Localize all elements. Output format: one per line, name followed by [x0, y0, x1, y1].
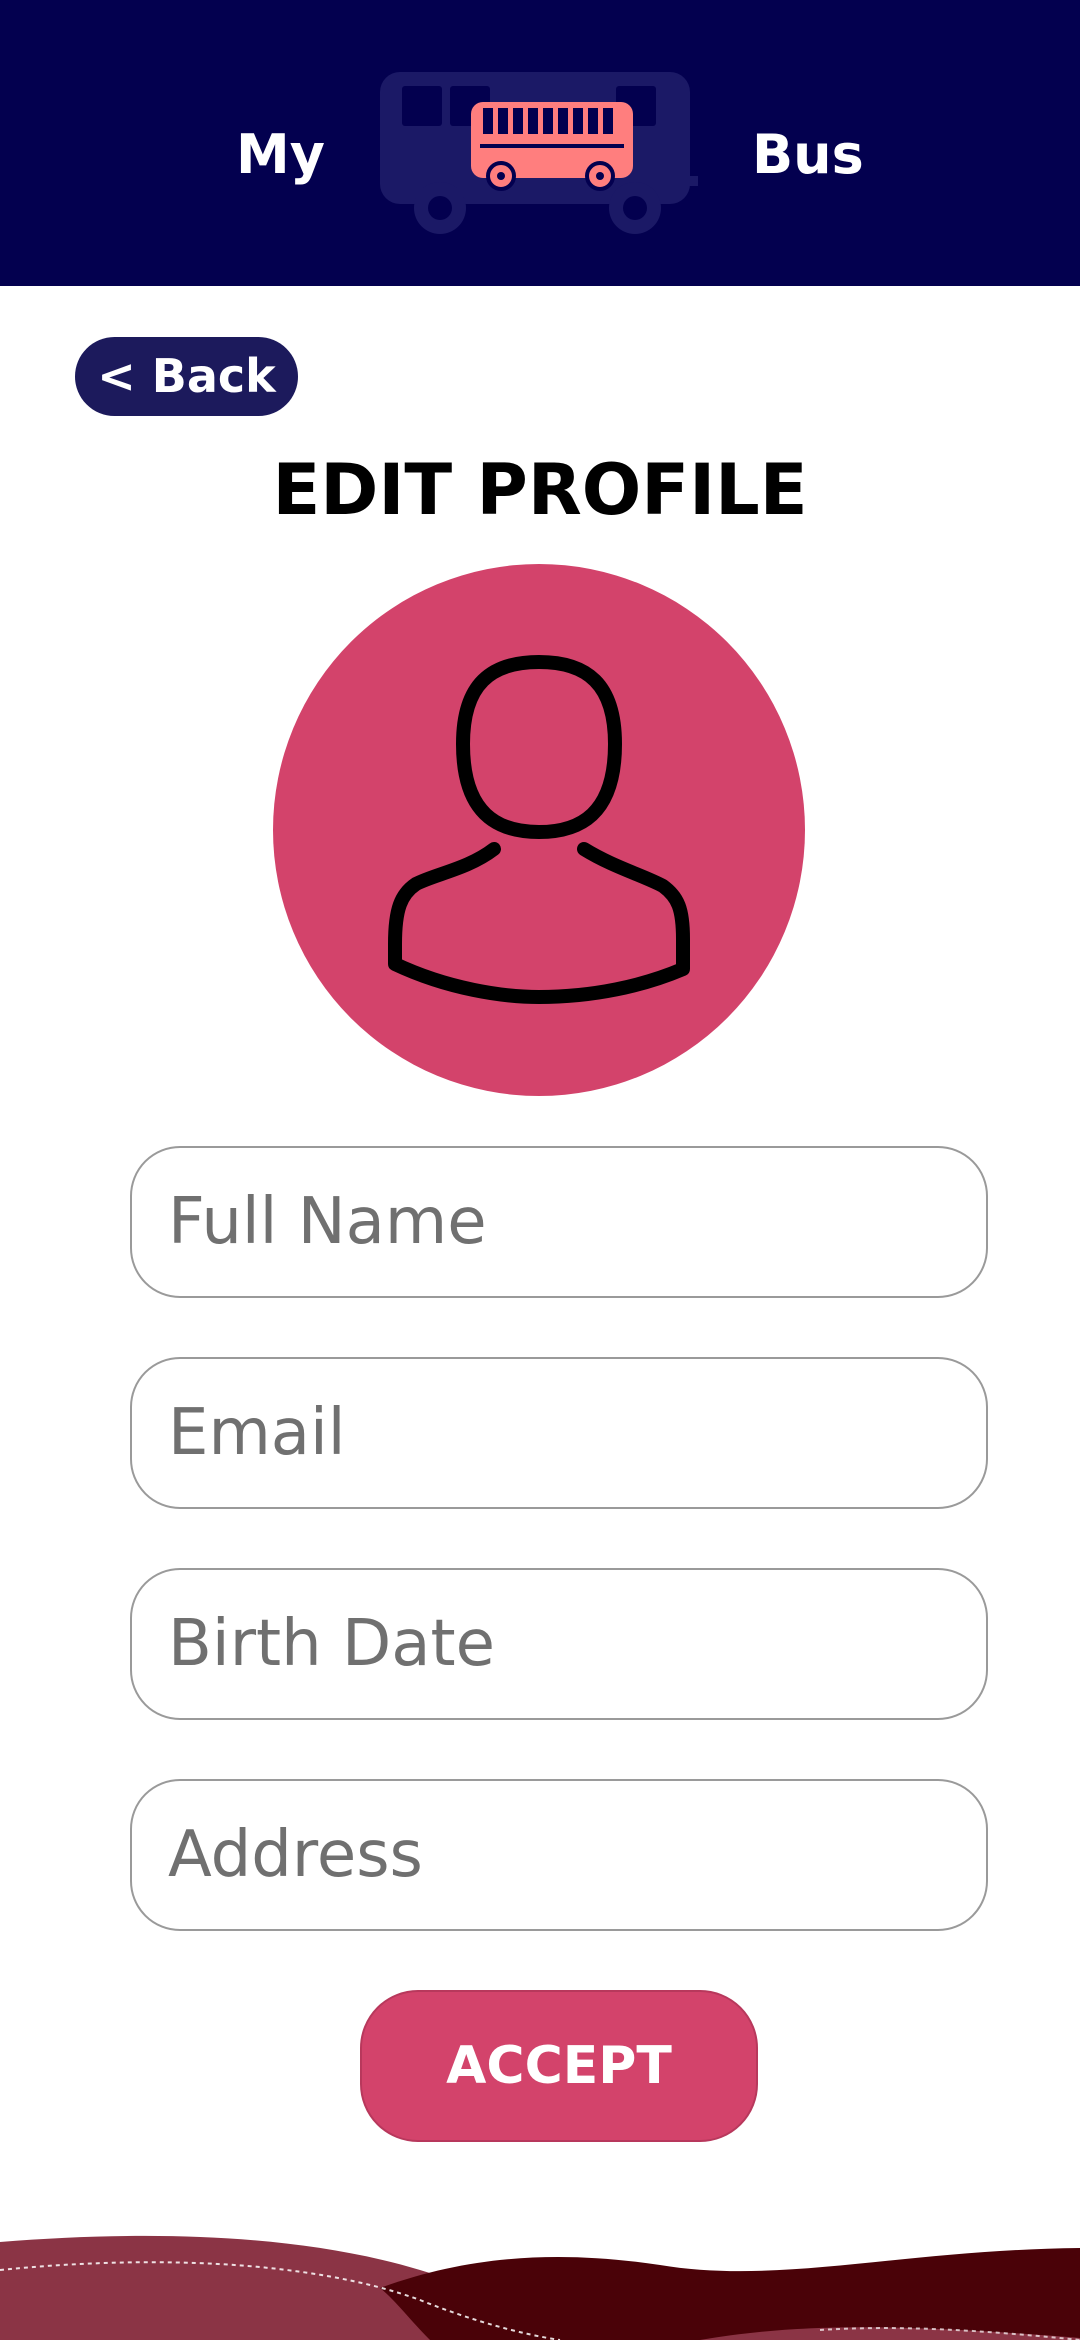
avatar[interactable]: [273, 564, 805, 1096]
email-input[interactable]: [130, 1357, 988, 1509]
back-button[interactable]: < Back: [75, 337, 298, 416]
header-title-right: Bus: [752, 123, 864, 186]
edit-profile-screen: My Bus < Back EDIT PROFILE Full Name Ema…: [0, 0, 1080, 2340]
accept-button[interactable]: ACCEPT: [360, 1990, 758, 2142]
app-header: My Bus: [0, 0, 1080, 286]
page-title: EDIT PROFILE: [272, 449, 808, 531]
full-name-input[interactable]: [130, 1146, 988, 1298]
footer-wave-decoration: [0, 2235, 1080, 2340]
birth-date-input[interactable]: [130, 1568, 988, 1720]
header-title-left: My: [236, 123, 325, 186]
bus-icon: [380, 72, 698, 234]
user-icon: [388, 655, 690, 1004]
address-input[interactable]: [130, 1779, 988, 1931]
